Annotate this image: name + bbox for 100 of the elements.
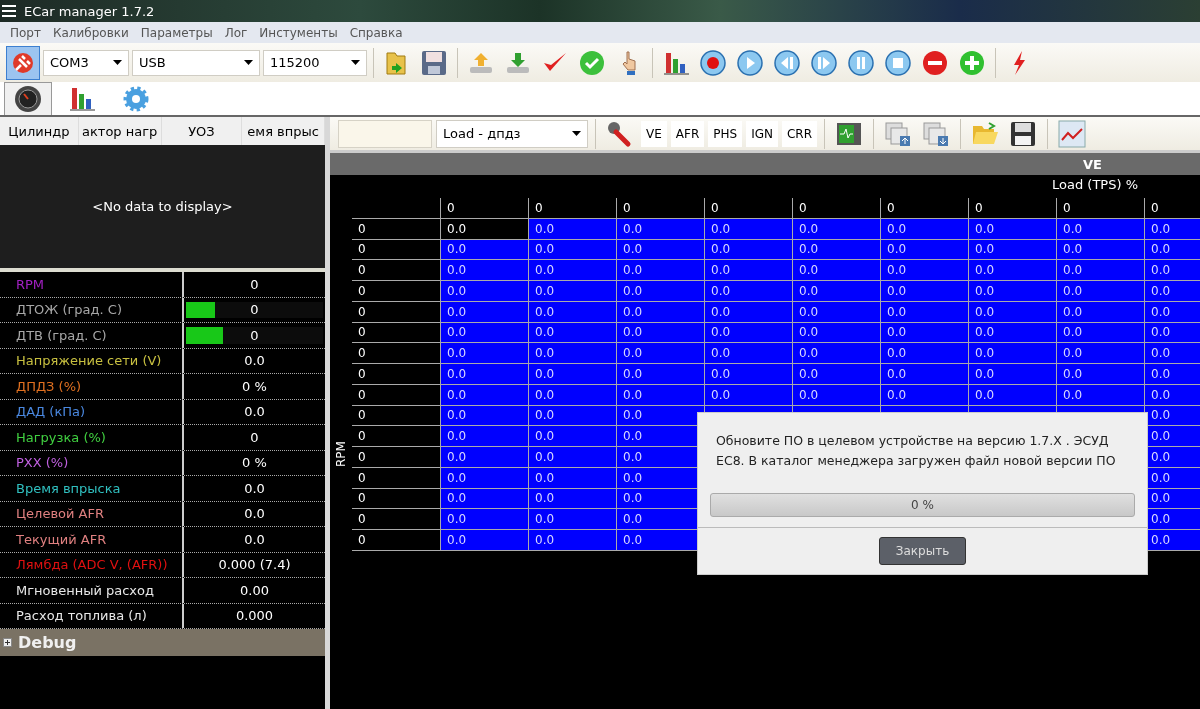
table-cell[interactable]: 0.0	[616, 218, 704, 240]
table-cell[interactable]: 0.0	[792, 218, 880, 240]
table-cell[interactable]: 0.0	[616, 260, 704, 281]
table-cell[interactable]: 0.0	[704, 218, 792, 240]
table-cell[interactable]: 0.0	[528, 239, 616, 261]
table-cell[interactable]: 0.0	[880, 343, 968, 364]
table-cell[interactable]: 0.0	[528, 364, 616, 385]
table-cell[interactable]: 0.0	[440, 364, 528, 385]
load-select[interactable]: Load - дпдз	[436, 119, 588, 148]
table-cell[interactable]: 0.0	[880, 301, 968, 323]
table-cell[interactable]: 0.0	[528, 488, 616, 510]
step-forward-icon[interactable]	[810, 48, 838, 77]
table-cell[interactable]: 0.0	[616, 239, 704, 261]
table-cell[interactable]: 0.0	[1144, 260, 1200, 281]
table-cell[interactable]: 0.0	[792, 343, 880, 364]
table-cell[interactable]: 0.0	[528, 218, 616, 240]
table-cell[interactable]: 0.0	[440, 530, 528, 551]
table-cell[interactable]: 0.0	[968, 364, 1056, 385]
table-button[interactable]: VE	[641, 120, 667, 147]
table-cell[interactable]: 0.0	[528, 301, 616, 323]
minus-circle-icon[interactable]	[921, 48, 949, 77]
table-button[interactable]: AFR	[670, 120, 705, 147]
stop-icon[interactable]	[884, 48, 912, 77]
table-cell[interactable]: 0.0	[792, 364, 880, 385]
table-button[interactable]: CRR	[781, 120, 818, 147]
monitor-icon[interactable]	[836, 121, 863, 146]
table-cell[interactable]: 0.0	[968, 218, 1056, 240]
table-cell[interactable]: 0.0	[880, 239, 968, 261]
pause-icon[interactable]	[847, 48, 875, 77]
menu-item[interactable]: Справка	[343, 25, 409, 40]
table-cell[interactable]: 0.0	[528, 509, 616, 530]
table-cell[interactable]: 0.0	[528, 405, 616, 427]
table-cell[interactable]: 0.0	[968, 301, 1056, 323]
table-cell[interactable]: 0.0	[528, 426, 616, 447]
copy-download-icon[interactable]	[922, 120, 951, 147]
table-cell[interactable]: 0.0	[792, 239, 880, 261]
table-cell[interactable]: 0.0	[440, 405, 528, 427]
baud-select[interactable]: 115200	[263, 49, 367, 76]
table-cell[interactable]: 0.0	[1056, 218, 1144, 240]
table-cell[interactable]: 0.0	[1056, 364, 1144, 385]
table-cell[interactable]: 0.0	[704, 260, 792, 281]
table-cell[interactable]: 0.0	[1056, 281, 1144, 302]
table-cell[interactable]: 0.0	[1056, 239, 1144, 261]
record-icon[interactable]	[699, 48, 727, 77]
table-cell[interactable]: 0.0	[1144, 218, 1200, 240]
step-back-icon[interactable]	[773, 48, 801, 77]
table-cell[interactable]: 0.0	[968, 239, 1056, 261]
table-cell[interactable]: 0.0	[616, 301, 704, 323]
table-cell[interactable]: 0.0	[704, 281, 792, 302]
line-chart-icon[interactable]	[1058, 119, 1087, 148]
menu-item[interactable]: Инстументы	[253, 25, 344, 40]
table-cell[interactable]: 0.0	[440, 426, 528, 447]
table-cell[interactable]: 0.0	[440, 509, 528, 530]
table-cell[interactable]: 0.0	[440, 301, 528, 323]
table-cell[interactable]: 0.0	[704, 322, 792, 344]
table-cell[interactable]: 0.0	[704, 384, 792, 406]
table-cell[interactable]: 0.0	[440, 322, 528, 344]
table-button[interactable]: PHS	[708, 120, 743, 147]
table-cell[interactable]: 0.0	[792, 384, 880, 406]
play-icon[interactable]	[736, 48, 764, 77]
table-cell[interactable]: 0.0	[968, 384, 1056, 406]
table-cell[interactable]: 0.0	[1056, 322, 1144, 344]
table-cell[interactable]: 0.0	[704, 301, 792, 323]
table-cell[interactable]: 0.0	[528, 530, 616, 551]
table-cell[interactable]: 0.0	[792, 260, 880, 281]
table-cell[interactable]: 0.0	[440, 488, 528, 510]
view-tab[interactable]	[4, 82, 52, 115]
table-cell[interactable]: 0.0	[880, 322, 968, 344]
check-circle-icon[interactable]	[578, 48, 606, 77]
table-cell[interactable]: 0.0	[792, 322, 880, 344]
menu-item[interactable]: Калибровки	[47, 25, 135, 40]
table-cell[interactable]: 0.0	[880, 364, 968, 385]
table-cell[interactable]: 0.0	[1144, 343, 1200, 364]
table-cell[interactable]: 0.0	[440, 281, 528, 302]
table-cell[interactable]: 0.0	[880, 218, 968, 240]
table-cell[interactable]: 0.0	[440, 384, 528, 406]
table-cell[interactable]: 0.0	[1056, 384, 1144, 406]
table-cell[interactable]: 0.0	[1056, 343, 1144, 364]
table-cell[interactable]: 0.0	[1056, 301, 1144, 323]
table-cell[interactable]: 0.0	[968, 260, 1056, 281]
table-cell[interactable]: 0.0	[1144, 281, 1200, 302]
table-cell[interactable]: 0.0	[440, 260, 528, 281]
table-cell[interactable]: 0.0	[528, 343, 616, 364]
table-cell[interactable]: 0.0	[880, 384, 968, 406]
table-cell[interactable]: 0.0	[616, 281, 704, 302]
expand-icon[interactable]	[3, 638, 12, 647]
table-cell[interactable]: 0.0	[528, 260, 616, 281]
table-cell[interactable]: 0.0	[528, 384, 616, 406]
connect-button[interactable]	[6, 45, 40, 80]
table-cell[interactable]: 0.0	[880, 281, 968, 302]
table-cell[interactable]: 0.0	[968, 322, 1056, 344]
close-button[interactable]: Закрыть	[879, 537, 966, 565]
interface-select[interactable]: USB	[132, 49, 260, 76]
table-cell[interactable]: 0.0	[528, 447, 616, 468]
menu-item[interactable]: Порт	[4, 25, 47, 40]
table-cell[interactable]: 0.0	[440, 239, 528, 261]
table-cell[interactable]: 0.0	[1056, 260, 1144, 281]
table-cell[interactable]: 0.0	[440, 447, 528, 468]
table-cell[interactable]: 0.0	[440, 218, 528, 240]
table-cell[interactable]: 0.0	[968, 281, 1056, 302]
